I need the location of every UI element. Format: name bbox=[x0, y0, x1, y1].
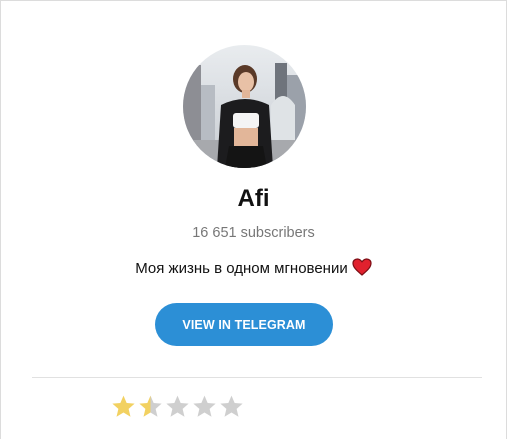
channel-description: Моя жизнь в одном мгновении bbox=[1, 258, 506, 280]
channel-name: Afi bbox=[237, 185, 270, 212]
heart-icon bbox=[352, 258, 372, 280]
subscriber-count: 16 651 subscribers bbox=[192, 225, 315, 241]
star-icon[interactable] bbox=[137, 394, 164, 418]
description-text: Моя жизнь в одном мгновении bbox=[135, 260, 348, 277]
view-in-telegram-button[interactable]: VIEW IN TELEGRAM bbox=[155, 303, 333, 346]
star-icon[interactable] bbox=[218, 394, 245, 418]
divider bbox=[32, 377, 482, 378]
star-icon[interactable] bbox=[110, 394, 137, 418]
star-icon[interactable] bbox=[164, 394, 191, 418]
avatar-photo bbox=[183, 45, 306, 168]
star-icon[interactable] bbox=[191, 394, 218, 418]
avatar bbox=[183, 45, 306, 168]
star-rating[interactable] bbox=[110, 394, 245, 418]
channel-card: Afi 16 651 subscribers Моя жизнь в одном… bbox=[0, 0, 507, 439]
